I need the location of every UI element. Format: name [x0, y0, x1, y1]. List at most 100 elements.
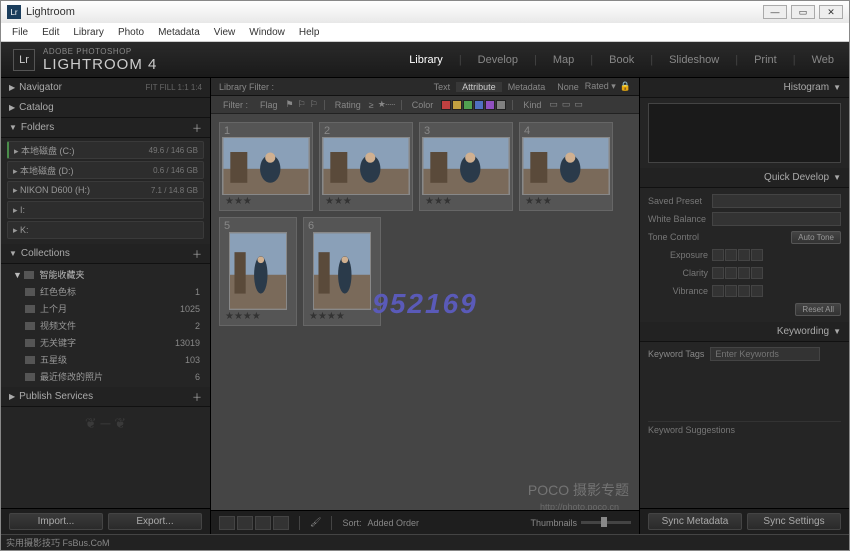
sort-label: Sort:	[342, 518, 361, 528]
collection-item[interactable]: 五星级103	[7, 351, 204, 368]
menu-window[interactable]: Window	[242, 27, 292, 38]
close-button[interactable]: ✕	[819, 5, 843, 19]
module-develop[interactable]: Develop	[475, 54, 521, 66]
minimize-button[interactable]: —	[763, 5, 787, 19]
painter-icon[interactable]: 🖌	[310, 517, 321, 528]
view-grid-button[interactable]	[219, 516, 235, 530]
collection-item[interactable]: 红色色标1	[7, 283, 204, 300]
filter-tab-text[interactable]: Text	[428, 82, 457, 92]
collection-item[interactable]: 最近修改的照片6	[7, 368, 204, 385]
publish-header[interactable]: ▶ Publish Services ＋	[1, 387, 210, 407]
filter-tab-none[interactable]: None	[551, 82, 585, 92]
attr-kind-label: Kind	[519, 100, 545, 110]
resetall-button[interactable]: Reset All	[795, 303, 841, 316]
histogram-header[interactable]: Histogram ▼	[640, 78, 849, 98]
navigator-header[interactable]: ▶ Navigator FIT FILL 1:1 1:4	[1, 78, 210, 98]
view-loupe-button[interactable]	[237, 516, 253, 530]
sync-settings-button[interactable]: Sync Settings	[747, 513, 841, 530]
collections-header[interactable]: ▼ Collections ＋	[1, 244, 210, 264]
plus-icon[interactable]: ＋	[192, 389, 202, 404]
color-swatch[interactable]	[474, 100, 484, 110]
menu-photo[interactable]: Photo	[111, 27, 151, 38]
menu-view[interactable]: View	[207, 27, 243, 38]
folder-row[interactable]: ▸ NIKON D600 (H:)7.1 / 14.8 GB	[7, 181, 204, 199]
exposure-stepper[interactable]	[712, 249, 763, 261]
rated-dropdown[interactable]: Rated ▾	[585, 81, 620, 92]
collection-item[interactable]: 视频文件2	[7, 317, 204, 334]
flag-rejected-icon[interactable]: ⚐	[310, 99, 318, 110]
folders-header[interactable]: ▼ Folders ＋	[1, 118, 210, 138]
lock-icon[interactable]: 🔒	[620, 81, 631, 92]
plus-icon[interactable]: ＋	[192, 246, 202, 261]
color-swatch[interactable]	[463, 100, 473, 110]
sort-dropdown[interactable]: Added Order	[367, 518, 419, 528]
chevron-down-icon: ▼	[9, 123, 17, 132]
module-library[interactable]: Library	[406, 54, 446, 66]
folders-list: ▸ 本地磁盘 (C:)49.6 / 146 GB ▸ 本地磁盘 (D:)0.6 /…	[1, 138, 210, 244]
module-map[interactable]: Map	[550, 54, 577, 66]
right-panel: Histogram ▼ Quick Develop ▼ Saved Preset…	[639, 78, 849, 534]
collection-group[interactable]: ▼ 智能收藏夹	[7, 266, 204, 283]
qd-wb-select[interactable]	[712, 212, 841, 226]
menu-file[interactable]: File	[5, 27, 35, 38]
menu-edit[interactable]: Edit	[35, 27, 66, 38]
grid-cell[interactable]: 5 ★★★★	[219, 217, 297, 326]
color-swatch[interactable]	[485, 100, 495, 110]
color-swatch[interactable]	[441, 100, 451, 110]
menu-library[interactable]: Library	[66, 27, 111, 38]
folder-row[interactable]: ▸ 本地磁盘 (D:)0.6 / 146 GB	[7, 161, 204, 179]
grid-cell[interactable]: 2 ★★★	[319, 122, 413, 211]
filter-tab-attribute[interactable]: Attribute	[456, 82, 502, 92]
thumbnail-size-slider[interactable]	[581, 521, 631, 524]
navigator-zoom[interactable]: FIT FILL 1:1 1:4	[146, 83, 202, 92]
autotone-button[interactable]: Auto Tone	[791, 231, 841, 244]
rating-op[interactable]: ≥	[369, 100, 374, 110]
clarity-stepper[interactable]	[712, 267, 763, 279]
module-slideshow[interactable]: Slideshow	[666, 54, 722, 66]
module-web[interactable]: Web	[809, 54, 837, 66]
plus-icon[interactable]: ＋	[192, 120, 202, 135]
catalog-header[interactable]: ▶ Catalog	[1, 98, 210, 118]
import-button[interactable]: Import...	[9, 513, 103, 530]
folder-row[interactable]: ▸ I:	[7, 201, 204, 219]
folder-row[interactable]: ▸ 本地磁盘 (C:)49.6 / 146 GB	[7, 141, 204, 159]
grid-cell[interactable]: 6 ★★★★	[303, 217, 381, 326]
color-swatch[interactable]	[452, 100, 462, 110]
module-print[interactable]: Print	[751, 54, 780, 66]
grid-cell[interactable]: 4 ★★★	[519, 122, 613, 211]
kind-video-icon[interactable]: ▭	[574, 99, 583, 110]
sync-metadata-button[interactable]: Sync Metadata	[648, 513, 742, 530]
quickdev-header[interactable]: Quick Develop ▼	[640, 168, 849, 188]
thumbnail-grid[interactable]: 1 ★★★2 ★★★3 ★★★4 ★★★5 ★★★★6 ★★★★952169	[211, 114, 639, 510]
collection-item[interactable]: 上个月1025	[7, 300, 204, 317]
grid-cell[interactable]: 3 ★★★	[419, 122, 513, 211]
folder-row[interactable]: ▸ K:	[7, 221, 204, 239]
menu-metadata[interactable]: Metadata	[151, 27, 207, 38]
keywording-title: Keywording	[777, 326, 829, 337]
chevron-down-icon: ▼	[833, 173, 841, 182]
kind-virtual-icon[interactable]: ▭	[562, 99, 571, 110]
app-window: Lr Lightroom — ▭ ✕ File Edit Library Pho…	[0, 0, 850, 551]
view-survey-button[interactable]	[273, 516, 289, 530]
rating-stars[interactable]: ★·····	[378, 99, 395, 110]
collection-item[interactable]: 无关键字13019	[7, 334, 204, 351]
qd-preset-select[interactable]	[712, 194, 841, 208]
flag-picked-icon[interactable]: ⚑	[286, 99, 294, 110]
view-compare-button[interactable]	[255, 516, 271, 530]
qd-preset-label: Saved Preset	[648, 196, 708, 206]
menu-help[interactable]: Help	[292, 27, 327, 38]
keyword-input[interactable]	[710, 347, 820, 361]
color-swatches	[441, 100, 506, 110]
vibrance-stepper[interactable]	[712, 285, 763, 297]
kind-photo-icon[interactable]: ▭	[549, 99, 558, 110]
watermark-brand: POCO 摄影专题	[528, 480, 629, 500]
grid-cell[interactable]: 1 ★★★	[219, 122, 313, 211]
module-book[interactable]: Book	[606, 54, 637, 66]
color-swatch[interactable]	[496, 100, 506, 110]
export-button[interactable]: Export...	[108, 513, 202, 530]
maximize-button[interactable]: ▭	[791, 5, 815, 19]
keywording-header[interactable]: Keywording ▼	[640, 322, 849, 342]
keyword-tags-label: Keyword Tags	[648, 349, 704, 359]
filter-tab-metadata[interactable]: Metadata	[502, 82, 552, 92]
flag-unflagged-icon[interactable]: ⚐	[298, 99, 306, 110]
